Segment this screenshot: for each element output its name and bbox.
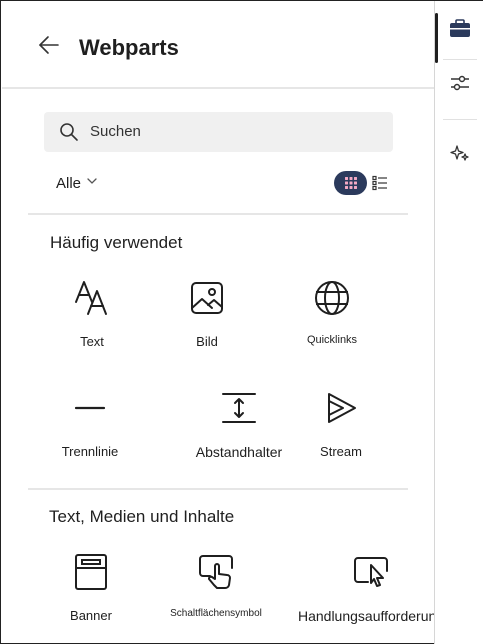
section-title-frequent: Häufig verwendet [50,233,183,252]
button-icon [196,552,236,592]
filter-label: Alle [56,175,82,192]
grid-icon [344,177,357,189]
rail-toolbox-button[interactable] [435,7,483,63]
webpart-label: Quicklinks [306,334,358,346]
webpart-label: Bild [196,334,218,349]
search-placeholder: Suchen [90,123,141,140]
webpart-label: Text [80,334,104,349]
divider-icon [70,388,110,428]
section-title-media: Text, Medien und Inhalte [49,507,235,526]
rail-divider [443,119,477,120]
webparts-panel: Webparts Suchen Alle Häufig verwendet Te… [0,0,483,644]
webpart-label: Banner [70,608,112,623]
webpart-label: Schaltflächensymbol [170,608,262,619]
image-icon [187,278,227,318]
back-button[interactable] [35,31,63,59]
right-rail [434,1,483,644]
stream-icon [321,388,361,428]
chevron-down-icon [87,177,97,184]
toolbox-icon [450,19,470,37]
view-toggle [334,171,390,195]
webpart-call-to-action[interactable]: Handlungsaufforderung [298,552,444,624]
webpart-label: Handlungsaufforderung [297,608,445,624]
call-to-action-icon [351,552,391,592]
webpart-stream[interactable]: Stream [281,388,401,459]
text-icon [72,278,112,318]
webpart-divider[interactable]: Trennlinie [30,388,150,459]
webpart-label: Trennlinie [61,444,119,459]
banner-icon [71,552,111,592]
webpart-quicklinks[interactable]: Quicklinks [272,278,392,346]
header-divider [2,87,434,89]
webpart-image[interactable]: Bild [147,278,267,349]
section-divider [28,213,408,215]
globe-icon [312,278,352,318]
search-icon [60,123,78,141]
arrow-left-icon [39,36,59,54]
rail-ai-button[interactable] [435,131,483,175]
panel-title: Webparts [79,35,179,60]
spacer-icon [219,388,259,428]
sparkle-icon [450,145,469,161]
webpart-text[interactable]: Text [32,278,152,349]
webpart-label: Stream [320,444,362,459]
search-input[interactable]: Suchen [44,112,393,152]
rail-settings-button[interactable] [435,61,483,105]
rail-divider [443,59,477,60]
category-filter-dropdown[interactable]: Alle [56,175,97,192]
webpart-label: Abstandhalter [195,444,283,460]
webpart-button[interactable]: Schaltflächensymbol [156,552,276,619]
grid-view-button[interactable] [334,171,368,195]
settings-sliders-icon [451,75,469,91]
section-divider [28,488,408,490]
webpart-banner[interactable]: Banner [31,552,151,623]
list-view-button[interactable] [370,171,390,195]
list-icon [372,175,388,191]
